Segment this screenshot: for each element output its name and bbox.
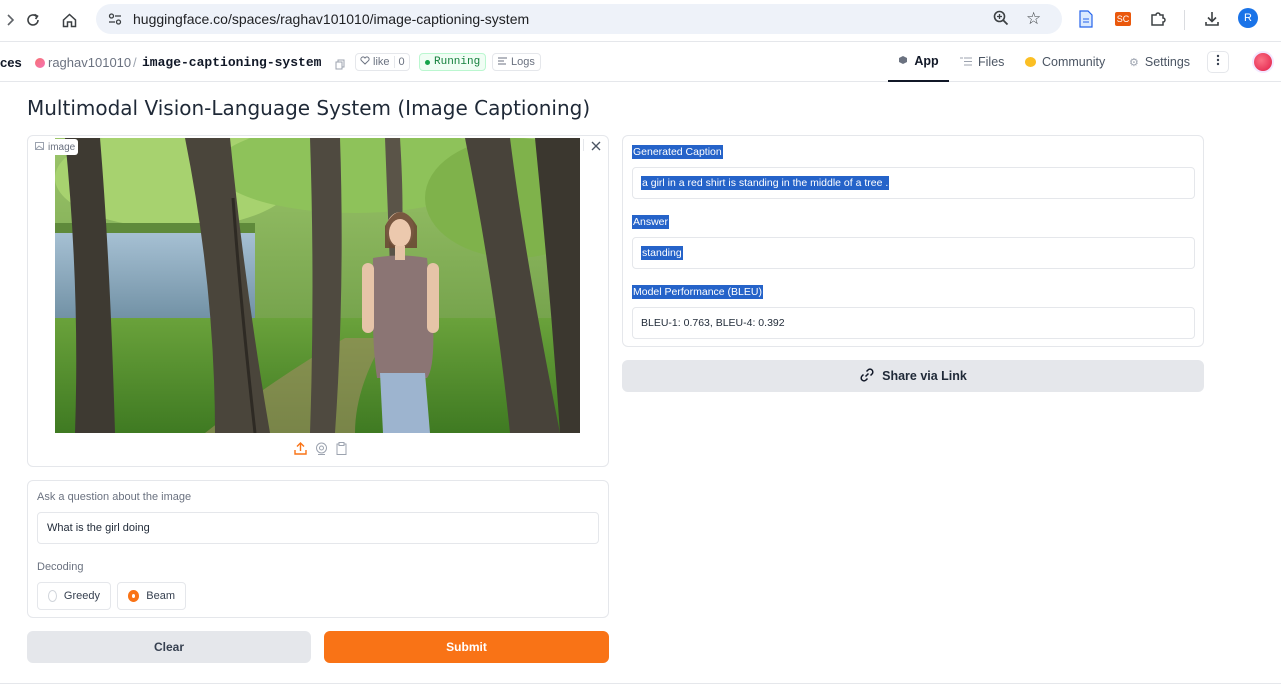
answer-label: Answer (632, 215, 670, 229)
logs-label: Logs (511, 56, 535, 68)
share-via-link-button[interactable]: Share via Link (622, 360, 1204, 392)
more-options-button[interactable] (1207, 51, 1229, 73)
tab-community[interactable]: Community (1025, 42, 1105, 82)
docs-extension-icon[interactable] (1076, 9, 1096, 29)
link-icon (859, 367, 875, 386)
forward-icon[interactable] (0, 9, 22, 31)
owner-link[interactable]: raghav101010 (48, 55, 131, 70)
caption-text: a girl in a red shirt is standing in the… (641, 176, 890, 190)
extension-badge[interactable]: SC (1113, 9, 1133, 29)
decoding-option-greedy[interactable]: Greedy (37, 582, 111, 610)
spaces-breadcrumb[interactable]: ces (0, 55, 22, 70)
running-dot-icon (425, 59, 430, 65)
radio-unchecked-icon (48, 590, 57, 602)
tab-settings[interactable]: ⚙ Settings (1129, 42, 1190, 82)
submit-button[interactable]: Submit (324, 631, 609, 663)
address-bar[interactable]: huggingface.co/spaces/raghav101010/image… (96, 4, 1062, 34)
tab-files[interactable]: Files (960, 42, 1004, 82)
clipboard-icon[interactable] (336, 442, 347, 460)
page-title: Multimodal Vision-Language System (Image… (27, 96, 591, 120)
breadcrumb-separator: / (133, 55, 137, 70)
webcam-icon[interactable] (315, 442, 328, 460)
caption-output[interactable]: a girl in a red shirt is standing in the… (632, 167, 1195, 199)
browser-toolbar: huggingface.co/spaces/raghav101010/image… (0, 0, 1281, 42)
image-block-label: image (32, 139, 79, 155)
beam-label: Beam (146, 590, 175, 602)
tab-settings-label: Settings (1144, 55, 1191, 69)
decoding-option-beam[interactable]: Beam (117, 582, 186, 610)
app-cube-icon (898, 54, 908, 68)
answer-text: standing (641, 246, 683, 260)
image-label-text: image (48, 141, 76, 153)
share-label: Share via Link (882, 369, 967, 383)
toolbar-divider (1184, 10, 1185, 30)
repo-name[interactable]: image-captioning-system (142, 55, 321, 70)
question-panel: Ask a question about the image What is t… (27, 480, 609, 618)
status-text: Running (434, 56, 481, 68)
radio-checked-icon (128, 590, 140, 602)
space-header: ces raghav101010 / image-captioning-syst… (0, 42, 1281, 82)
bleu-output[interactable]: BLEU-1: 0.763, BLEU-4: 0.392 (632, 307, 1195, 339)
controls-divider (583, 139, 584, 151)
caption-label: Generated Caption (632, 145, 723, 159)
download-icon[interactable] (1202, 9, 1222, 29)
bleu-text: BLEU-1: 0.763, BLEU-4: 0.392 (641, 317, 785, 329)
user-avatar[interactable] (1252, 51, 1274, 73)
bleu-label: Model Performance (BLEU) (632, 285, 763, 299)
image-input-panel[interactable]: image (27, 135, 609, 467)
bookmark-star-icon[interactable]: ☆ (1026, 9, 1041, 29)
logs-icon (498, 56, 507, 68)
owner-avatar (35, 58, 45, 68)
upload-icon[interactable] (294, 442, 307, 460)
clear-button[interactable]: Clear (27, 631, 311, 663)
tab-files-label: Files (978, 55, 1005, 69)
uploaded-photo (55, 138, 580, 433)
files-icon (960, 55, 972, 69)
decoding-label: Decoding (37, 561, 84, 573)
reload-icon[interactable] (22, 9, 44, 31)
image-icon (35, 141, 44, 153)
output-panel: Generated Caption a girl in a red shirt … (622, 135, 1204, 347)
copy-icon[interactable] (335, 57, 345, 75)
kebab-icon (1216, 53, 1220, 71)
image-toolbar (294, 442, 347, 460)
tab-community-label: Community (1042, 55, 1106, 69)
heart-icon (360, 56, 370, 68)
site-settings-icon[interactable] (106, 10, 124, 28)
zoom-icon[interactable] (992, 9, 1010, 32)
question-input[interactable]: What is the girl doing (37, 512, 599, 544)
tab-app-label: App (914, 54, 939, 68)
profile-avatar[interactable]: R (1238, 8, 1258, 28)
like-count: 0 (393, 56, 409, 68)
home-icon[interactable] (58, 9, 80, 31)
extensions-puzzle-icon[interactable] (1148, 9, 1168, 29)
tab-app[interactable]: App (888, 42, 949, 82)
question-label: Ask a question about the image (37, 491, 192, 503)
like-button[interactable]: like 0 (355, 53, 410, 71)
gear-icon: ⚙ (1129, 56, 1139, 69)
greedy-label: Greedy (63, 590, 100, 602)
like-label: like (373, 56, 390, 68)
url-text[interactable]: huggingface.co/spaces/raghav101010/image… (133, 11, 529, 27)
close-icon[interactable] (588, 139, 604, 153)
status-badge: Running (419, 53, 487, 71)
answer-output[interactable]: standing (632, 237, 1195, 269)
community-icon (1025, 57, 1036, 67)
logs-button[interactable]: Logs (492, 53, 541, 71)
